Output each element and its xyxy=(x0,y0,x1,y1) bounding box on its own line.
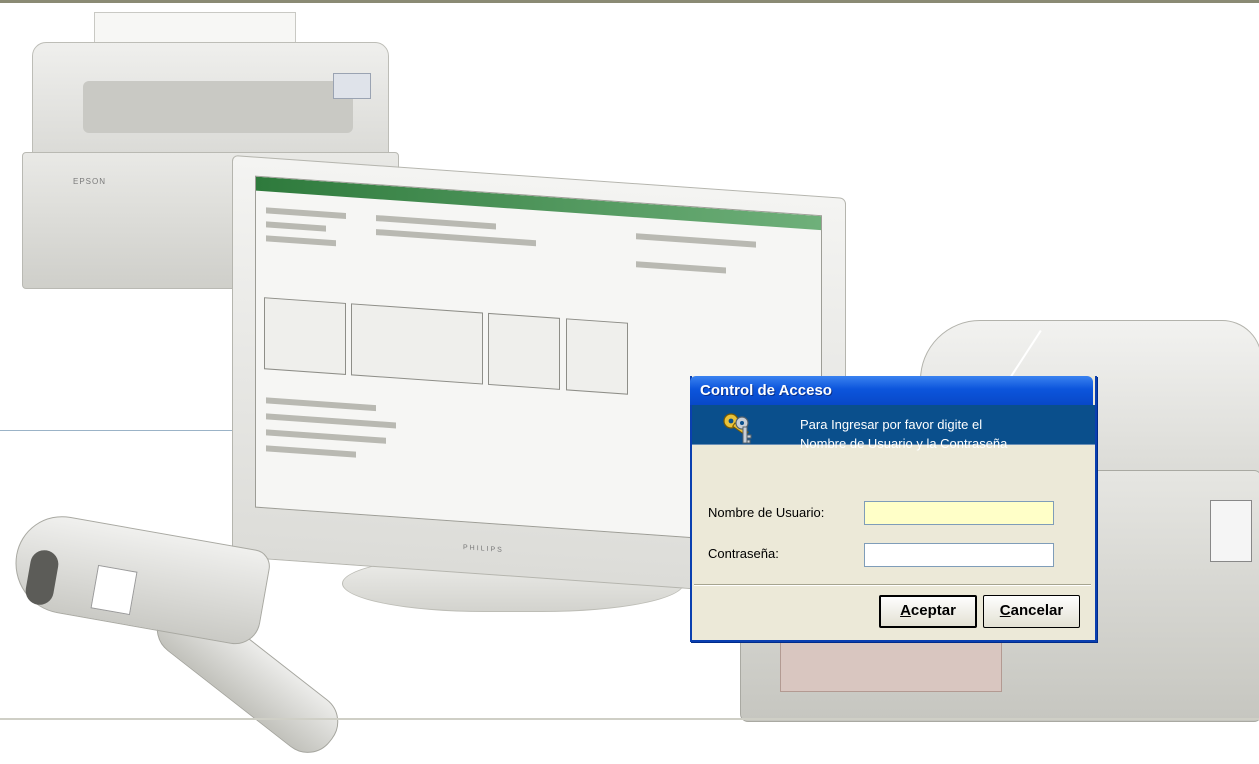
username-input[interactable] xyxy=(864,501,1054,525)
dialog-title: Control de Acceso xyxy=(700,382,832,399)
cancel-button[interactable]: Cancelar xyxy=(983,595,1080,628)
screen-box xyxy=(264,297,346,375)
printer-brand: EPSON xyxy=(73,177,107,186)
screen-box xyxy=(488,312,560,390)
screen-line xyxy=(266,397,376,412)
screen-box xyxy=(351,303,483,385)
receipt-printer-sticker xyxy=(780,640,1002,692)
top-border xyxy=(0,0,1259,3)
printer-panel xyxy=(333,73,371,99)
password-input[interactable] xyxy=(864,543,1054,567)
screen-line xyxy=(266,235,336,247)
username-label: Nombre de Usuario: xyxy=(708,505,825,520)
access-control-dialog: Control de Acceso Para Ingresar por favo… xyxy=(690,376,1097,642)
accept-accelerator: A xyxy=(900,602,911,619)
screen-box xyxy=(566,318,628,395)
screen-line xyxy=(266,207,346,219)
receipt-printer-label xyxy=(1210,500,1252,562)
message-line-2: Nombre de Usuario y la Contraseña xyxy=(800,436,1008,451)
dialog-message: Para Ingresar por favor digite el Nombre… xyxy=(800,415,1007,453)
screen-line xyxy=(636,261,726,274)
printer-slot xyxy=(83,81,353,133)
scanner-label xyxy=(90,564,138,616)
screen-titlebar xyxy=(256,176,821,231)
screen-line xyxy=(266,221,326,232)
monitor-brand: PHILIPS xyxy=(463,544,504,555)
screen-line xyxy=(376,215,496,230)
accept-button[interactable]: Aceptar xyxy=(879,595,977,628)
keys-icon xyxy=(720,411,760,445)
screen-line xyxy=(376,229,536,247)
barcode-scanner-illustration xyxy=(7,508,394,764)
button-separator xyxy=(694,584,1091,586)
accept-label: ceptar xyxy=(910,602,956,619)
screen-line xyxy=(636,233,756,248)
screen-line xyxy=(266,413,396,429)
screen-line xyxy=(266,445,356,458)
cancel-label: ancelar xyxy=(1010,602,1064,619)
password-label: Contraseña: xyxy=(708,546,779,561)
cancel-accelerator: C xyxy=(999,602,1011,619)
dialog-titlebar[interactable]: Control de Acceso xyxy=(690,376,1093,405)
dialog-header-band: Para Ingresar por favor digite el Nombre… xyxy=(692,405,1095,451)
message-line-1: Para Ingresar por favor digite el xyxy=(800,417,983,432)
printer-top xyxy=(32,42,389,164)
screen-line xyxy=(266,429,386,444)
